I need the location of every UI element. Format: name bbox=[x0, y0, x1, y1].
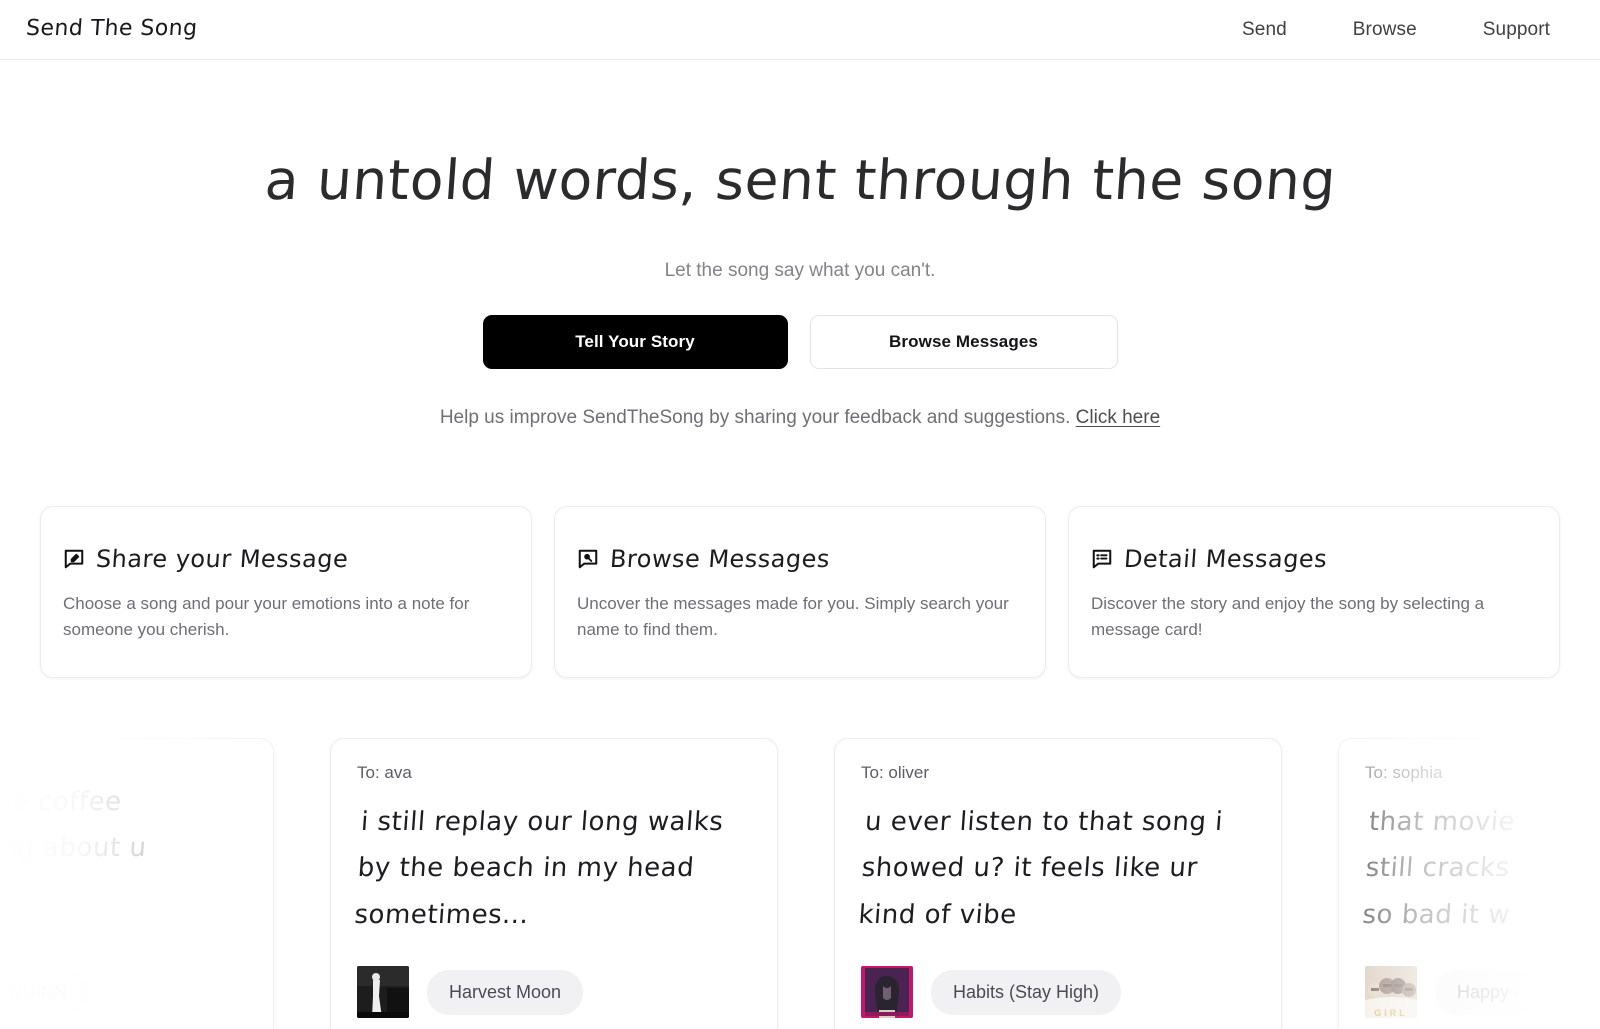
feature-desc: Discover the story and enjoy the song by… bbox=[1091, 593, 1485, 640]
song-pill[interactable]: Harvest Moon bbox=[427, 969, 584, 1015]
nav-link-support[interactable]: Support bbox=[1483, 19, 1550, 41]
song-pill[interactable]: ARLEY QUINN bbox=[0, 969, 89, 1015]
message-line: sometimes... bbox=[353, 899, 530, 930]
message-square-list-icon bbox=[1091, 548, 1113, 570]
feature-card-detail[interactable]: Detail Messages Discover the story and e… bbox=[1068, 505, 1560, 679]
message-line: kind of vibe bbox=[857, 899, 1018, 930]
feedback-link[interactable]: Click here bbox=[1076, 407, 1160, 428]
feature-cards: Share your Message Choose a song and pou… bbox=[0, 505, 1600, 679]
message-line: showed u? it feels like ur bbox=[860, 853, 1199, 884]
feedback-text: Help us improve SendTheSong by sharing y… bbox=[439, 406, 1071, 428]
nav-link-browse[interactable]: Browse bbox=[1353, 19, 1417, 41]
message-card[interactable]: rive past the coffee hout thinking about… bbox=[0, 738, 274, 1029]
tell-your-story-button[interactable]: Tell Your Story bbox=[482, 314, 788, 369]
feedback-line: Help us improve SendTheSong by sharing y… bbox=[0, 407, 1600, 429]
svg-text:GIRL: GIRL bbox=[1374, 1008, 1408, 1018]
album-art: GIRL bbox=[1365, 966, 1417, 1019]
message-line: rive past the coffee bbox=[0, 787, 123, 818]
message-footer: ARLEY QUINN bbox=[0, 966, 247, 1018]
browse-messages-button[interactable]: Browse Messages bbox=[809, 314, 1118, 369]
message-line: still cracks bbox=[1364, 853, 1511, 884]
message-line: i still replay our long walks bbox=[359, 807, 725, 838]
hero-section: a untold words, sent through the song Le… bbox=[0, 60, 1600, 429]
message-body: that movie still cracks so bad it w bbox=[1359, 799, 1600, 960]
feature-title: Share your Message bbox=[95, 544, 350, 573]
message-line: by the beach in my head bbox=[356, 853, 696, 884]
feature-head: Browse Messages bbox=[577, 545, 1023, 573]
feature-card-share[interactable]: Share your Message Choose a song and pou… bbox=[40, 505, 532, 679]
message-recipient: To: sophia bbox=[1365, 763, 1443, 783]
message-line: weird orders bbox=[0, 879, 21, 910]
message-line: u ever listen to that song i bbox=[863, 807, 1224, 838]
main-nav: Send Browse Support bbox=[1242, 19, 1572, 41]
message-body: i still replay our long walks by the bea… bbox=[351, 799, 756, 960]
feature-head: Detail Messages bbox=[1091, 545, 1537, 573]
message-body: u ever listen to that song i showed u? i… bbox=[855, 799, 1260, 960]
message-card[interactable]: To: sophia that movie still cracks so ba… bbox=[1338, 738, 1600, 1029]
song-pill[interactable]: Habits (Stay High) bbox=[931, 969, 1122, 1015]
logo[interactable]: Send The Song bbox=[25, 16, 198, 42]
message-carousel[interactable]: rive past the coffee hout thinking about… bbox=[0, 738, 1600, 1029]
carousel-track: rive past the coffee hout thinking about… bbox=[0, 738, 1600, 1029]
message-recipient: To: ava bbox=[357, 763, 412, 783]
site-header: Send The Song Send Browse Support bbox=[0, 0, 1600, 60]
feature-title: Browse Messages bbox=[609, 544, 831, 573]
message-footer: GIRL Happy - bbox=[1365, 966, 1600, 1019]
message-line: that movie bbox=[1367, 807, 1517, 838]
message-square-search-icon bbox=[577, 548, 599, 570]
message-body: rive past the coffee hout thinking about… bbox=[0, 779, 253, 960]
song-pill[interactable]: Happy - bbox=[1435, 969, 1543, 1015]
message-card[interactable]: To: ava i still replay our long walks by… bbox=[330, 738, 778, 1029]
album-art bbox=[357, 966, 409, 1019]
message-footer: Habits (Stay High) bbox=[861, 966, 1255, 1019]
hero-subtitle: Let the song say what you can't. bbox=[664, 259, 936, 281]
nav-link-send[interactable]: Send bbox=[1242, 19, 1287, 41]
feature-desc: Uncover the messages made for you. Simpl… bbox=[577, 593, 1009, 640]
cta-row: Tell Your Story Browse Messages bbox=[0, 314, 1600, 369]
feature-card-browse[interactable]: Browse Messages Uncover the messages mad… bbox=[554, 505, 1046, 679]
feature-head: Share your Message bbox=[63, 545, 509, 573]
feature-desc: Choose a song and pour your emotions int… bbox=[63, 593, 470, 640]
album-art bbox=[861, 966, 913, 1019]
message-card[interactable]: To: oliver u ever listen to that song i … bbox=[834, 738, 1282, 1029]
message-footer: Harvest Moon bbox=[357, 966, 751, 1019]
message-line: hout thinking about u bbox=[0, 833, 148, 864]
message-line: so bad it w bbox=[1361, 899, 1512, 930]
message-square-pen-icon bbox=[63, 548, 85, 570]
message-recipient: To: oliver bbox=[861, 763, 930, 783]
page-title: a untold words, sent through the song bbox=[262, 148, 1338, 212]
feature-title: Detail Messages bbox=[1123, 544, 1329, 573]
